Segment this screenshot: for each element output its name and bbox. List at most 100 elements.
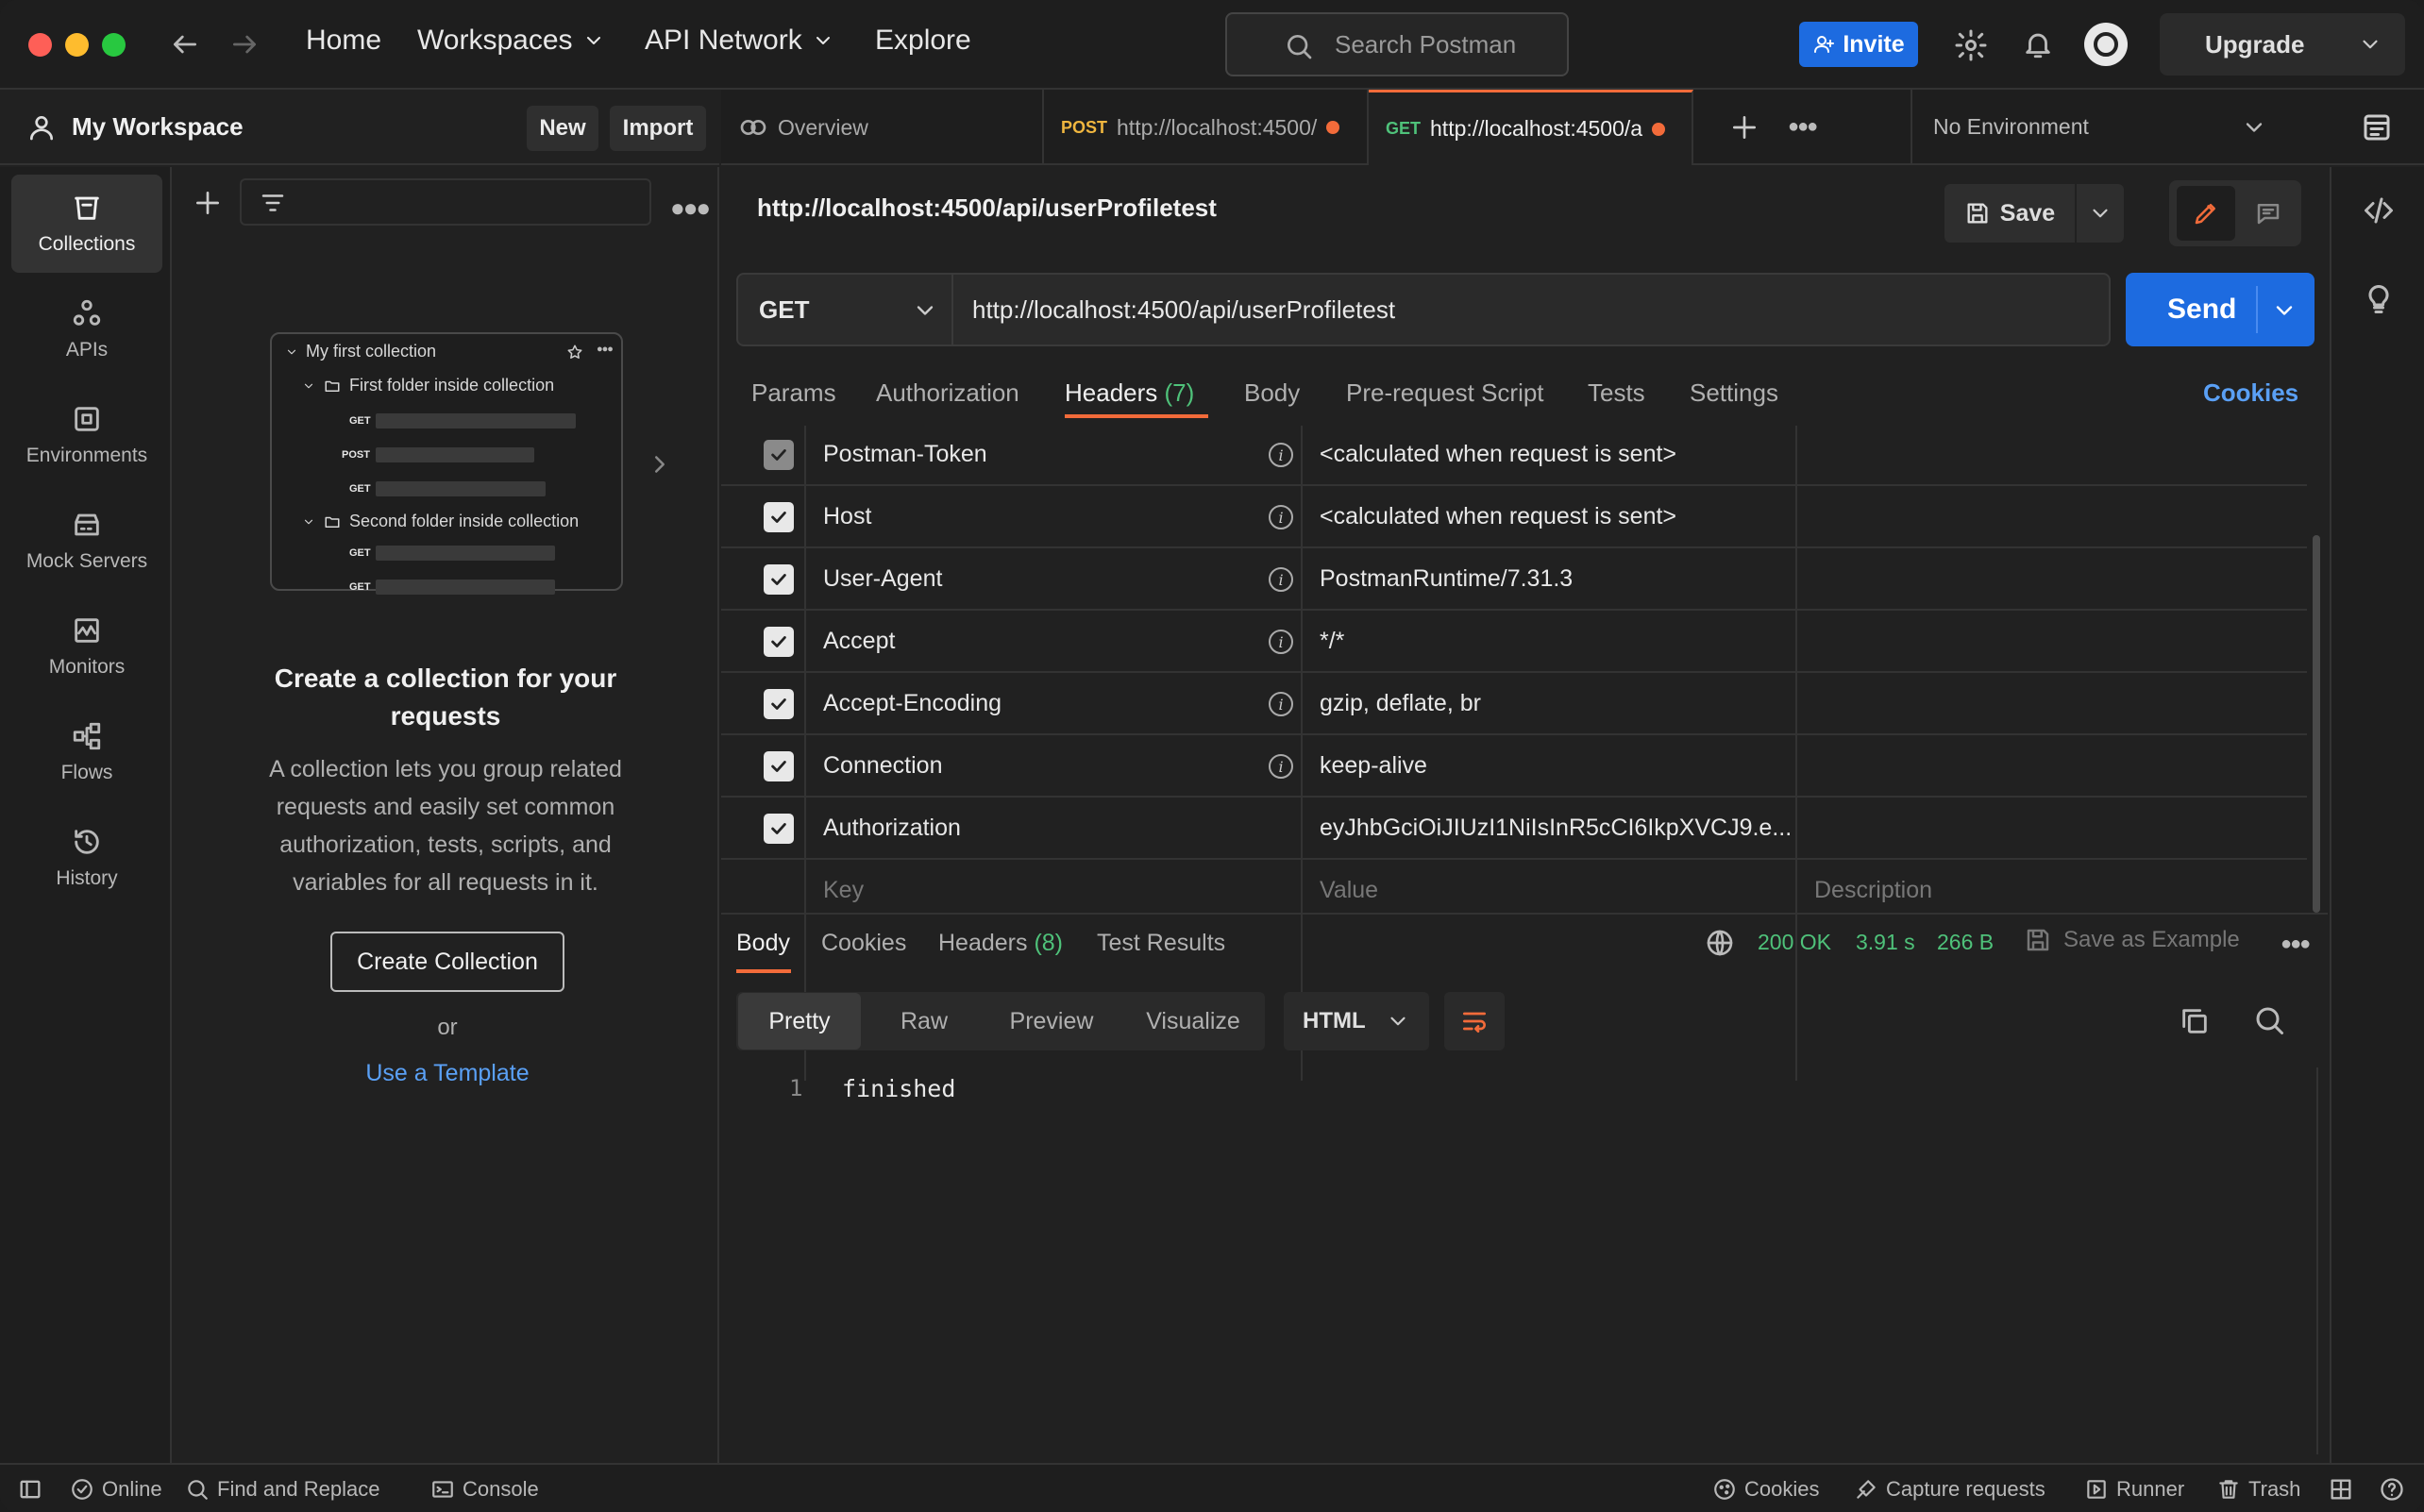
response-body-text[interactable]: finished: [842, 1075, 955, 1102]
sidebar-item-apis[interactable]: APIs: [11, 280, 162, 378]
tab-overview[interactable]: Overview: [721, 90, 1044, 165]
response-status[interactable]: 200 OK: [1758, 930, 1831, 955]
header-checkbox[interactable]: [764, 814, 794, 844]
globe-icon[interactable]: [1705, 928, 1735, 958]
save-options-button[interactable]: [2077, 184, 2124, 243]
header-value[interactable]: <calculated when request is sent>: [1320, 503, 1801, 530]
nav-workspaces[interactable]: Workspaces: [417, 25, 605, 57]
method-select[interactable]: GET: [736, 273, 953, 346]
search-input[interactable]: Search Postman: [1225, 12, 1569, 76]
format-select[interactable]: HTML: [1284, 992, 1429, 1050]
editor-scroll-track[interactable]: [2316, 1067, 2318, 1454]
toggle-sidebar-icon[interactable]: [17, 1476, 43, 1503]
find-replace-button[interactable]: Find and Replace: [185, 1477, 379, 1502]
header-checkbox[interactable]: [764, 502, 794, 532]
save-button[interactable]: Save: [1944, 184, 2075, 243]
maximize-window-button[interactable]: [102, 33, 126, 57]
header-key[interactable]: User-Agent: [823, 565, 942, 593]
header-key[interactable]: Accept-Encoding: [823, 690, 1002, 717]
response-tab-cookies[interactable]: Cookies: [821, 930, 906, 957]
new-value-input[interactable]: Value: [1320, 877, 1801, 904]
new-description-input[interactable]: Description: [1814, 877, 1932, 904]
nav-explore[interactable]: Explore: [875, 25, 971, 57]
response-divider[interactable]: [721, 913, 2328, 915]
import-button[interactable]: Import: [610, 106, 706, 151]
wrap-lines-icon[interactable]: [1444, 992, 1505, 1050]
header-checkbox[interactable]: [764, 440, 794, 470]
response-tab-body[interactable]: Body: [736, 930, 790, 957]
headers-scrollbar[interactable]: [2313, 535, 2320, 913]
sidebar-item-flows[interactable]: Flows: [11, 703, 162, 801]
filter-input[interactable]: [240, 178, 651, 226]
header-value[interactable]: PostmanRuntime/7.31.3: [1320, 565, 1801, 593]
tab-post-request[interactable]: POST http://localhost:4500/: [1044, 90, 1369, 165]
save-as-example-button[interactable]: Save as Example: [2024, 926, 2240, 954]
tab-get-request[interactable]: GET http://localhost:4500/a: [1369, 90, 1693, 165]
header-value[interactable]: */*: [1320, 628, 1801, 655]
sidebar-item-environments[interactable]: Environments: [11, 386, 162, 484]
trash-button[interactable]: Trash: [2216, 1477, 2300, 1502]
view-raw-button[interactable]: Raw: [872, 993, 976, 1050]
invite-button[interactable]: Invite: [1799, 22, 1918, 67]
sidebar-item-mock-servers[interactable]: Mock Servers: [11, 492, 162, 590]
new-button[interactable]: New: [527, 106, 598, 151]
tab-authorization[interactable]: Authorization: [876, 378, 1019, 408]
create-collection-button[interactable]: Create Collection: [330, 932, 564, 992]
copy-icon[interactable]: [2179, 1005, 2211, 1037]
chevron-down-icon[interactable]: [2358, 32, 2382, 57]
view-pretty-button[interactable]: Pretty: [738, 993, 861, 1050]
sidebar-item-collections[interactable]: Collections: [11, 175, 162, 273]
chevron-down-icon[interactable]: [2271, 297, 2298, 324]
header-value[interactable]: keep-alive: [1320, 752, 1801, 780]
tab-more-icon[interactable]: ●●●: [1788, 116, 1818, 138]
header-key[interactable]: Host: [823, 503, 871, 530]
info-icon[interactable]: i: [1269, 443, 1293, 467]
header-key[interactable]: Postman-Token: [823, 441, 987, 468]
add-icon[interactable]: [193, 188, 223, 218]
header-checkbox[interactable]: [764, 564, 794, 595]
response-time[interactable]: 3.91 s: [1856, 930, 1915, 955]
environment-selector[interactable]: No Environment: [1911, 90, 2288, 165]
new-tab-icon[interactable]: [1729, 112, 1759, 143]
header-key[interactable]: Accept: [823, 628, 895, 655]
comments-icon[interactable]: [2239, 186, 2298, 241]
header-checkbox[interactable]: [764, 689, 794, 719]
info-icon[interactable]: i: [1269, 505, 1293, 529]
more-options-icon[interactable]: ●●●: [670, 193, 711, 223]
header-checkbox[interactable]: [764, 627, 794, 657]
url-input[interactable]: http://localhost:4500/api/userProfiletes…: [953, 273, 2111, 346]
lightbulb-icon[interactable]: [2362, 282, 2396, 316]
header-value[interactable]: gzip, deflate, br: [1320, 690, 1801, 717]
header-key[interactable]: Connection: [823, 752, 942, 780]
header-value[interactable]: <calculated when request is sent>: [1320, 441, 1801, 468]
back-arrow-icon[interactable]: [170, 29, 200, 59]
environment-quick-look-icon[interactable]: [2360, 110, 2394, 144]
cookies-button[interactable]: Cookies: [1712, 1477, 1819, 1502]
console-button[interactable]: Console: [430, 1477, 539, 1502]
capture-requests-button[interactable]: Capture requests: [1854, 1477, 2045, 1502]
settings-gear-icon[interactable]: [1954, 28, 1988, 62]
forward-arrow-icon[interactable]: [229, 29, 260, 59]
sidebar-item-monitors[interactable]: Monitors: [11, 597, 162, 696]
chevron-right-icon[interactable]: [646, 450, 674, 479]
nav-api-network[interactable]: API Network: [645, 25, 834, 57]
online-status[interactable]: Online: [70, 1477, 162, 1502]
upgrade-button[interactable]: Upgrade: [2160, 13, 2405, 76]
close-window-button[interactable]: [28, 33, 52, 57]
header-value[interactable]: eyJhbGciOiJIUzI1NiIsInR5cCI6IkpXVCJ9.e..…: [1320, 815, 1801, 842]
notifications-bell-icon[interactable]: [2022, 28, 2054, 60]
tab-pre-request-script[interactable]: Pre-request Script: [1346, 378, 1544, 408]
view-preview-button[interactable]: Preview: [985, 993, 1118, 1050]
layout-icon[interactable]: [2328, 1476, 2354, 1503]
response-tab-test-results[interactable]: Test Results: [1097, 930, 1225, 957]
tab-headers[interactable]: Headers (7): [1065, 378, 1194, 408]
avatar[interactable]: [2084, 23, 2128, 66]
info-icon[interactable]: i: [1269, 567, 1293, 592]
tab-body[interactable]: Body: [1244, 378, 1300, 408]
send-button[interactable]: Send: [2126, 273, 2315, 346]
tab-params[interactable]: Params: [751, 378, 836, 408]
view-visualize-button[interactable]: Visualize: [1127, 993, 1259, 1050]
minimize-window-button[interactable]: [65, 33, 89, 57]
new-key-input[interactable]: Key: [823, 877, 864, 904]
response-tab-headers[interactable]: Headers (8): [938, 930, 1063, 957]
